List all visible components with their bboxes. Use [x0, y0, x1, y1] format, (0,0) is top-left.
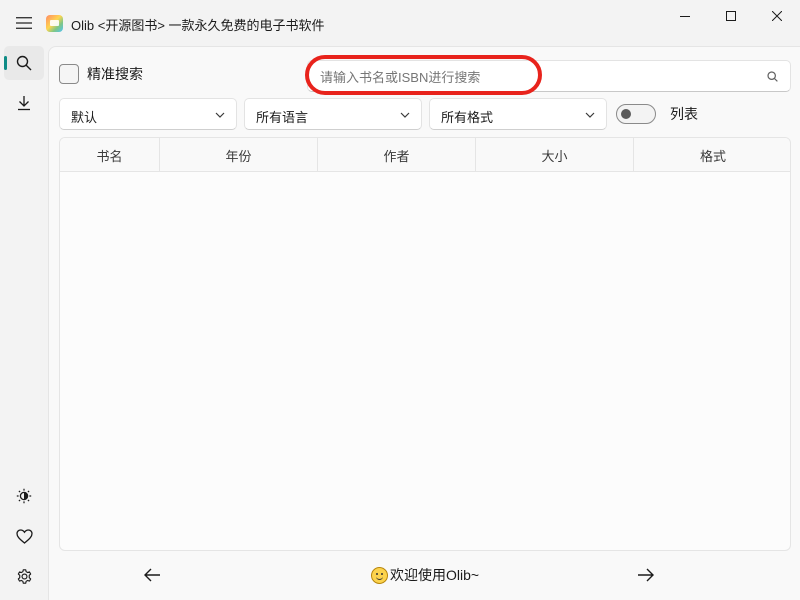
search-icon — [16, 55, 32, 71]
column-header-year[interactable]: 年份 — [160, 138, 318, 172]
list-view-toggle-group: 列表 — [616, 104, 698, 124]
format-dropdown-value: 所有格式 — [441, 110, 494, 125]
next-page-button[interactable] — [633, 562, 659, 588]
maximize-icon — [726, 11, 736, 21]
title-bar: Olib <开源图书> 一款永久免费的电子书软件 — [0, 0, 800, 46]
list-view-label: 列表 — [670, 106, 698, 122]
chevron-down-icon — [400, 112, 410, 118]
nav-active-indicator — [4, 56, 7, 70]
close-icon — [772, 11, 782, 21]
menu-button[interactable] — [8, 8, 40, 38]
close-button[interactable] — [754, 0, 800, 32]
welcome-message: 欢迎使用Olib~ — [371, 565, 479, 585]
nav-theme[interactable] — [4, 479, 44, 513]
list-view-toggle[interactable] — [616, 104, 656, 124]
hamburger-icon — [16, 17, 32, 29]
heart-icon — [15, 528, 33, 544]
smiley-icon — [371, 566, 388, 584]
app-logo-icon — [46, 15, 63, 32]
nav-download[interactable] — [4, 86, 44, 120]
minimize-button[interactable] — [662, 0, 708, 32]
main-content: 精准搜索 默认 所有语言 所有格式 列表 书名 年份 — [48, 46, 800, 600]
format-dropdown[interactable]: 所有格式 — [429, 98, 607, 130]
nav-favorites[interactable] — [4, 519, 44, 553]
language-dropdown[interactable]: 所有语言 — [244, 98, 422, 130]
chevron-down-icon — [215, 112, 225, 118]
welcome-text: 欢迎使用Olib~ — [390, 567, 480, 583]
nav-search[interactable] — [4, 46, 44, 80]
column-header-size[interactable]: 大小 — [476, 138, 634, 172]
gear-icon — [17, 568, 31, 584]
sort-dropdown[interactable]: 默认 — [59, 98, 237, 130]
arrow-left-icon — [144, 568, 160, 582]
brightness-icon — [16, 488, 32, 504]
download-icon — [18, 96, 30, 111]
exact-search-label: 精准搜索 — [87, 66, 143, 82]
navigation-rail — [0, 46, 48, 600]
table-header: 书名 年份 作者 大小 格式 — [60, 138, 790, 172]
search-box[interactable] — [307, 60, 791, 92]
previous-page-button[interactable] — [139, 562, 165, 588]
search-input[interactable] — [320, 67, 750, 87]
exact-search-option[interactable]: 精准搜索 — [59, 64, 143, 84]
toggle-knob — [621, 109, 631, 119]
nav-settings[interactable] — [4, 559, 44, 593]
search-icon[interactable] — [766, 70, 780, 84]
column-header-author[interactable]: 作者 — [318, 138, 476, 172]
arrow-right-icon — [638, 568, 654, 582]
window-title: Olib <开源图书> 一款永久免费的电子书软件 — [71, 18, 325, 33]
column-header-format[interactable]: 格式 — [634, 138, 790, 172]
column-header-title[interactable]: 书名 — [60, 138, 160, 172]
results-table: 书名 年份 作者 大小 格式 — [59, 137, 791, 551]
chevron-down-icon — [585, 112, 595, 118]
minimize-icon — [680, 16, 690, 17]
sort-dropdown-value: 默认 — [71, 110, 98, 125]
language-dropdown-value: 所有语言 — [256, 110, 309, 125]
exact-search-checkbox[interactable] — [59, 64, 79, 84]
maximize-button[interactable] — [708, 0, 754, 32]
